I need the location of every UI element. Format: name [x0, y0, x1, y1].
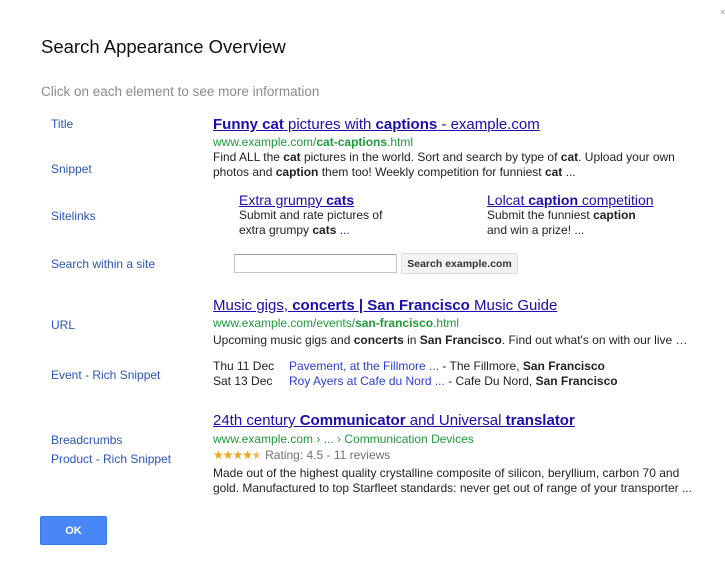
title-bold: translator: [505, 412, 575, 429]
sitelink-desc-ellipsis: ...: [336, 223, 350, 237]
rating-row: ★★★★★ Rating: 4.5 - 11 reviews: [213, 448, 692, 463]
snippet-bold: caption: [275, 165, 319, 179]
event-row: Sat 13 Dec Roy Ayers at Cafe du Nord ... …: [213, 374, 618, 389]
sitelink-title-bold: cats: [326, 192, 355, 208]
title-text: and Universal: [405, 412, 506, 429]
sitelink-desc: extra grumpy cats ...: [239, 223, 382, 238]
result-music-gigs: Music gigs, concerts | San Francisco Mus…: [213, 297, 688, 348]
sitelink-desc-text: extra grumpy: [239, 223, 313, 237]
title-text: pictures with: [283, 116, 376, 133]
snippet-bold: concerts: [353, 333, 404, 347]
result-snippet-line: Made out of the highest quality crystall…: [213, 466, 680, 480]
sitelink-title-text: Lolcat: [487, 192, 529, 208]
event-row: Thu 11 Dec Pavement, at the Fillmore ... …: [213, 359, 605, 374]
snippet-text: them too! Weekly competition for funnies…: [318, 165, 545, 179]
snippet-text: Find ALL the: [213, 150, 284, 164]
event-link[interactable]: Pavement, at the Fillmore ...: [289, 359, 439, 373]
sitelink-desc: Submit the funniest caption: [487, 208, 654, 223]
star-half-icon: ★: [252, 448, 263, 462]
snippet-text: pictures in the world. Sort and search b…: [300, 150, 561, 164]
url-bold: cat-captions: [316, 135, 388, 149]
sitelink-title-text: competition: [578, 192, 654, 208]
star-full-icons: ★★★★: [213, 448, 253, 462]
label-url[interactable]: URL: [51, 318, 75, 332]
result-url: www.example.com/events/san-francisco.htm…: [213, 316, 688, 331]
site-search-button[interactable]: Search example.com: [401, 253, 518, 274]
title-text: Music gigs,: [213, 297, 293, 314]
url-text: www.example.com/: [213, 135, 317, 149]
event-city: San Francisco: [522, 359, 605, 373]
sitelink-desc-bold: cats: [312, 223, 337, 237]
sitelink-desc-text: Submit the funniest: [487, 208, 594, 222]
url-bold: san-francisco: [355, 316, 434, 330]
title-text: - example.com: [437, 116, 540, 133]
site-search-input[interactable]: [234, 254, 397, 273]
label-breadcrumbs[interactable]: Breadcrumbs: [51, 433, 122, 447]
breadcrumb-url: www.example.com › ... › Communication De…: [213, 432, 474, 446]
title-bold: captions: [375, 116, 438, 133]
result-cat-captions: Funny cat pictures with captions - examp…: [213, 116, 675, 180]
result-title-link[interactable]: Music gigs, concerts | San Francisco Mus…: [213, 297, 688, 314]
snippet-text: ...: [562, 165, 576, 179]
title-text: Music Guide: [469, 297, 558, 314]
dialog-title: Search Appearance Overview: [41, 36, 286, 57]
sitelink-desc: and win a prize! ...: [487, 223, 585, 237]
event-city: San Francisco: [535, 374, 618, 388]
rating-text: Rating: 4.5 - 11 reviews: [265, 448, 391, 462]
result-snippet-line: gold. Manufactured to top Starfleet stan…: [213, 481, 692, 495]
snippet-text: . Find out what's on with our live …: [501, 333, 688, 347]
label-search-within-site[interactable]: Search within a site: [51, 257, 155, 271]
title-bold: concerts | San Francisco: [292, 297, 470, 314]
rating-stars-icon: ★★★★★: [213, 448, 263, 462]
search-appearance-dialog: × Search Appearance Overview Click on ea…: [0, 0, 725, 570]
snippet-bold: cat: [283, 150, 301, 164]
snippet-bold: cat: [544, 165, 563, 179]
url-text: .html: [433, 316, 460, 330]
result-url: www.example.com/cat-captions.html: [213, 135, 675, 150]
snippet-text: in: [403, 333, 420, 347]
label-title[interactable]: Title: [51, 117, 73, 131]
url-text: .html: [387, 135, 414, 149]
ok-button[interactable]: OK: [40, 516, 107, 545]
label-event-rich-snippet[interactable]: Event - Rich Snippet: [51, 368, 160, 382]
sitelink-desc: Submit and rate pictures of: [239, 208, 383, 222]
result-snippet-line: Find ALL the cat pictures in the world. …: [213, 150, 675, 165]
sitelink-desc-bold: caption: [593, 208, 636, 222]
label-snippet[interactable]: Snippet: [51, 162, 92, 176]
sitelink-title-text: Extra grumpy: [239, 192, 327, 208]
snippet-text: . Upload your own: [578, 150, 675, 164]
event-venue: - Cafe Du Nord,: [444, 374, 536, 388]
sitelink-title-link[interactable]: Lolcat caption competition: [487, 192, 654, 208]
event-link[interactable]: Roy Ayers at Cafe du Nord ...: [289, 374, 445, 388]
snippet-text: Upcoming music gigs and: [213, 333, 354, 347]
result-snippet-line: photos and caption them too! Weekly comp…: [213, 165, 675, 180]
result-communicator: 24th century Communicator and Universal …: [213, 412, 692, 496]
snippet-bold: cat: [560, 150, 579, 164]
snippet-bold: San Francisco: [419, 333, 502, 347]
sitelink: Extra grumpy cats Submit and rate pictur…: [239, 192, 382, 238]
title-bold: Communicator: [299, 412, 406, 429]
result-title-link[interactable]: Funny cat pictures with captions - examp…: [213, 116, 675, 133]
snippet-text: photos and: [213, 165, 276, 179]
title-bold: Funny cat: [213, 116, 284, 133]
label-sitelinks[interactable]: Sitelinks: [51, 209, 96, 223]
event-venue: - The Fillmore,: [439, 359, 523, 373]
event-date: Thu 11 Dec: [213, 359, 275, 373]
event-date: Sat 13 Dec: [213, 374, 273, 388]
dialog-subtitle: Click on each element to see more inform…: [41, 84, 320, 99]
url-text: www.example.com/events/: [213, 316, 356, 330]
sitelink-title-bold: caption: [528, 192, 579, 208]
result-snippet-line: Upcoming music gigs and concerts in San …: [213, 333, 688, 348]
sitelink-title-link[interactable]: Extra grumpy cats: [239, 192, 382, 208]
label-product-rich-snippet[interactable]: Product - Rich Snippet: [51, 452, 171, 466]
title-text: 24th century: [213, 412, 300, 429]
sitelink: Lolcat caption competition Submit the fu…: [487, 192, 654, 238]
result-title-link[interactable]: 24th century Communicator and Universal …: [213, 412, 692, 429]
close-icon[interactable]: ×: [720, 8, 725, 26]
